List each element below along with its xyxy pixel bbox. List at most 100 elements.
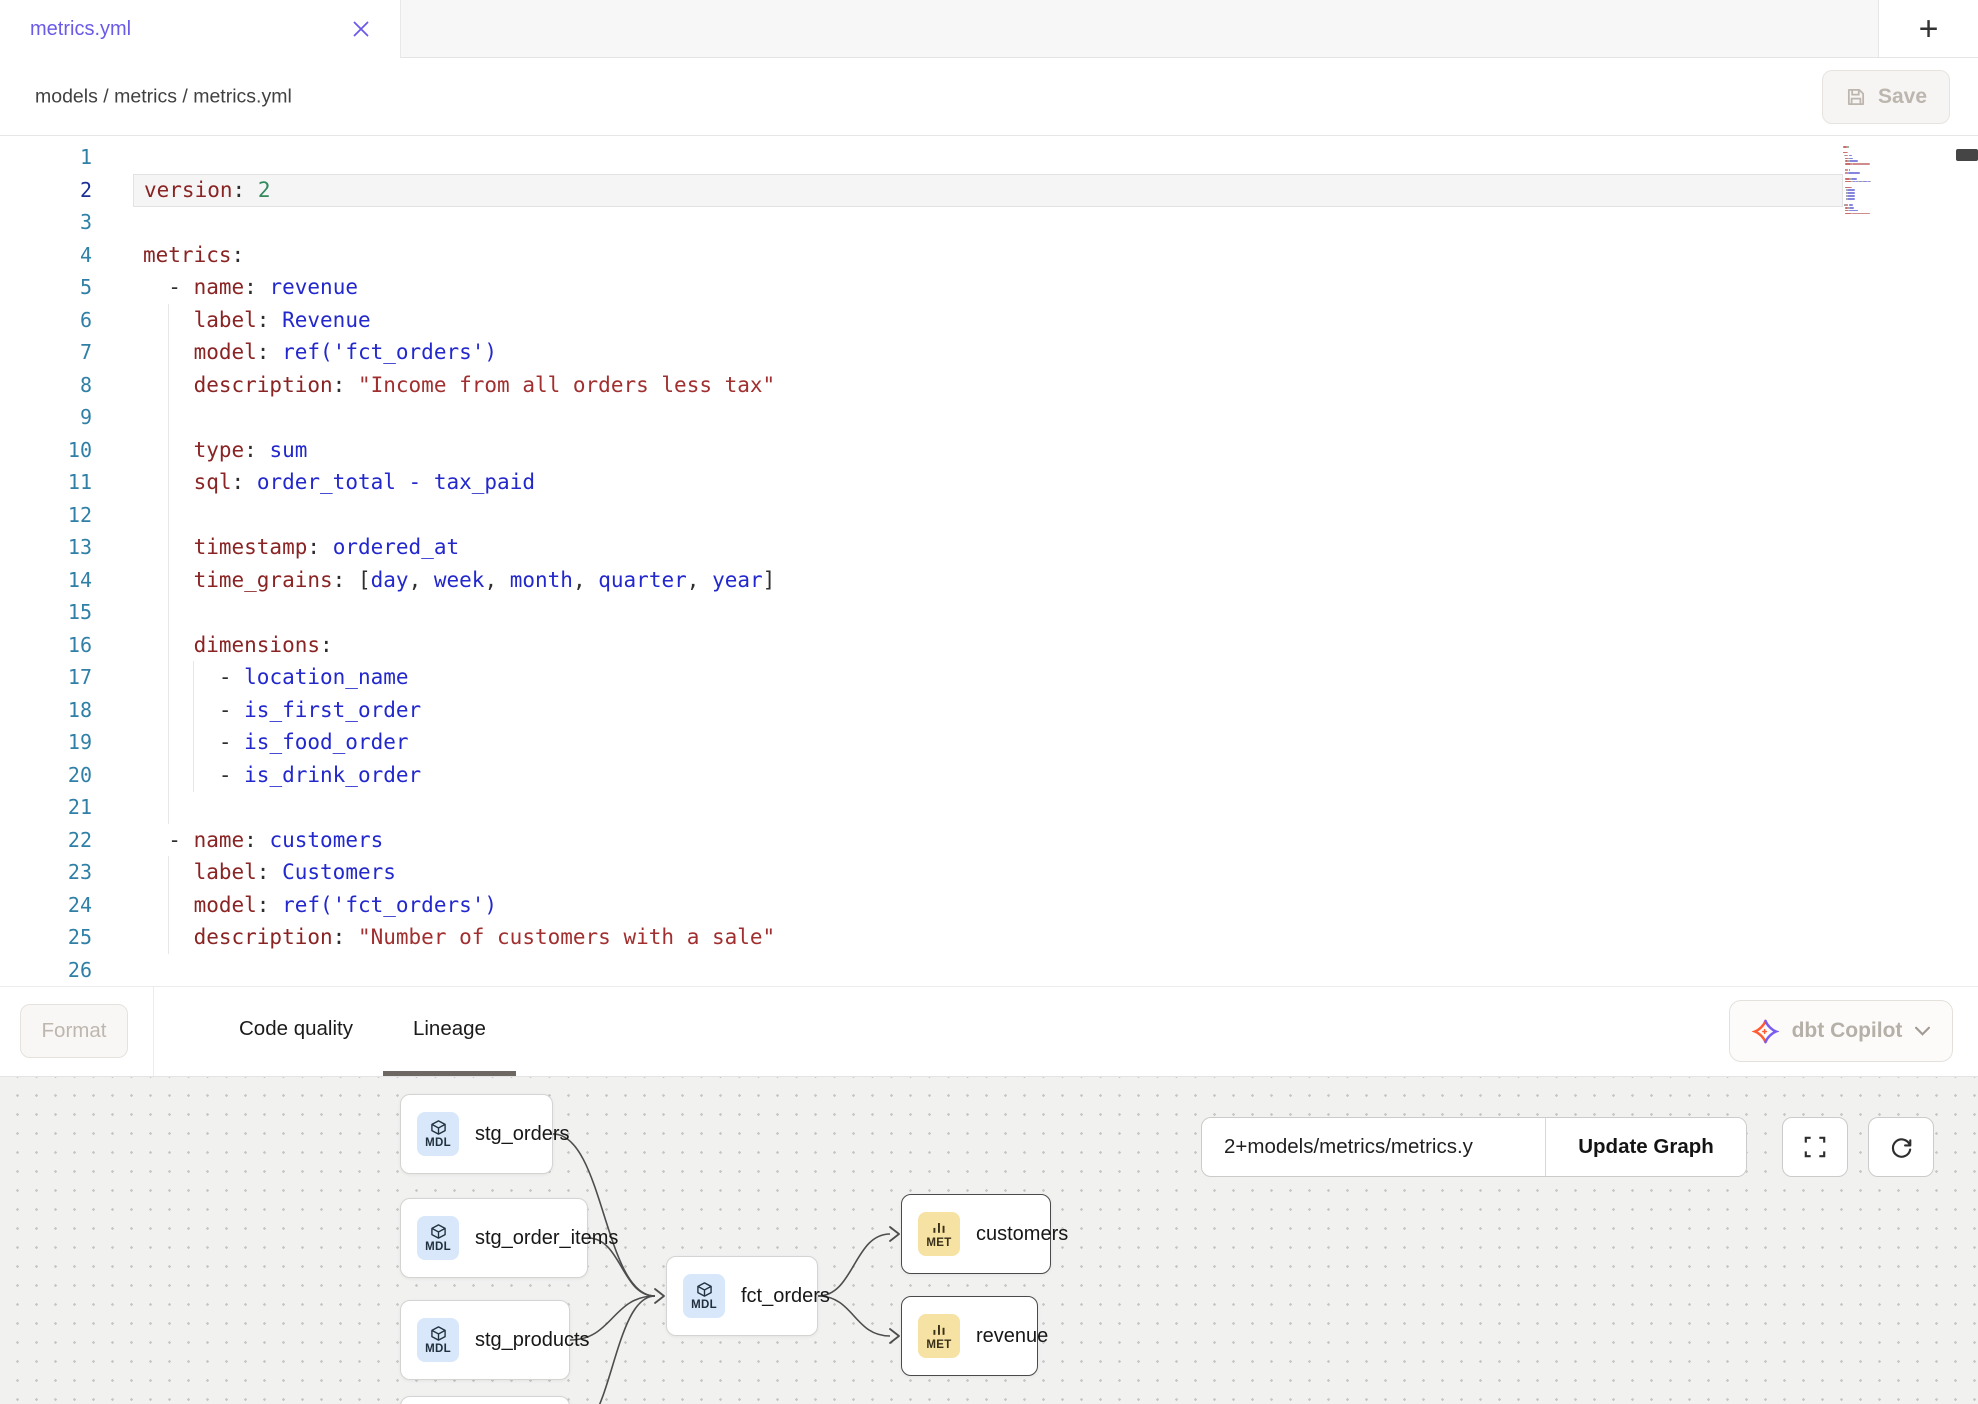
lineage-node-stg_order_items[interactable]: MDLstg_order_items xyxy=(400,1198,588,1278)
tab-strip: metrics.yml + xyxy=(0,0,1978,58)
bottom-toolbar: Format Code quality Lineage dbt Copilot xyxy=(0,986,1978,1077)
save-label: Save xyxy=(1878,85,1927,109)
line-number: 24 xyxy=(0,889,92,922)
line-number: 21 xyxy=(0,791,92,824)
node-label: revenue xyxy=(976,1325,1048,1348)
line-number: 9 xyxy=(0,401,92,434)
line-number: 23 xyxy=(0,856,92,889)
code-line[interactable] xyxy=(133,141,1843,174)
line-number: 2 xyxy=(0,174,92,207)
dbt-copilot-label: dbt Copilot xyxy=(1792,1019,1903,1043)
node-label: fct_orders xyxy=(741,1285,830,1308)
line-number: 11 xyxy=(0,466,92,499)
code-line[interactable]: - name: customers xyxy=(133,824,1843,857)
code-line[interactable]: - name: revenue xyxy=(133,271,1843,304)
chevron-down-icon xyxy=(1915,1026,1930,1036)
code-line[interactable]: - is_first_order xyxy=(133,694,1843,727)
overview-ruler-cursor-marker xyxy=(1956,149,1978,161)
node-label: customers xyxy=(976,1223,1068,1246)
update-graph-button[interactable]: Update Graph xyxy=(1546,1118,1746,1176)
refresh-icon xyxy=(1888,1134,1915,1161)
line-number: 4 xyxy=(0,239,92,272)
lineage-node-offscreen_model[interactable]: MDL xyxy=(400,1396,570,1404)
dbt-copilot-button[interactable]: dbt Copilot xyxy=(1729,1000,1953,1062)
breadcrumb: models / metrics / metrics.yml xyxy=(35,85,292,108)
tab-metrics-yml[interactable]: metrics.yml xyxy=(0,0,401,58)
code-line[interactable]: timestamp: ordered_at xyxy=(133,531,1843,564)
lineage-filter-input[interactable] xyxy=(1202,1118,1545,1176)
tab-label: metrics.yml xyxy=(30,18,131,41)
lineage-canvas[interactable]: MDLstg_ordersMDLstg_order_itemsMDLstg_pr… xyxy=(0,1077,1978,1404)
code-line[interactable]: description: "Number of customers with a… xyxy=(133,921,1843,954)
metric-icon: MET xyxy=(918,1212,960,1256)
code-line[interactable]: model: ref('fct_orders') xyxy=(133,336,1843,369)
code-line[interactable] xyxy=(133,401,1843,434)
model-icon: MDL xyxy=(683,1274,725,1318)
node-label: stg_order_items xyxy=(475,1227,618,1250)
line-number: 3 xyxy=(0,206,92,239)
refresh-button[interactable] xyxy=(1868,1117,1934,1177)
editor-lines: version: 2 metrics: - name: revenue label… xyxy=(0,136,1978,986)
code-line[interactable] xyxy=(133,596,1843,629)
line-number: 6 xyxy=(0,304,92,337)
dbt-ide-window: { "window": { "new_tab_label": "+" }, "t… xyxy=(0,0,1978,1404)
line-number: 8 xyxy=(0,369,92,402)
fullscreen-icon xyxy=(1802,1134,1828,1160)
code-line[interactable]: dimensions: xyxy=(133,629,1843,662)
code-line[interactable]: description: "Income from all orders les… xyxy=(133,369,1843,402)
tab-lineage[interactable]: Lineage xyxy=(383,987,516,1076)
line-number: 10 xyxy=(0,434,92,467)
code-editor[interactable]: version: 2 metrics: - name: revenue label… xyxy=(0,136,1978,986)
lineage-filter-group: Update Graph xyxy=(1201,1117,1747,1177)
new-tab-button[interactable]: + xyxy=(1919,12,1939,46)
line-number: 15 xyxy=(0,596,92,629)
line-number: 19 xyxy=(0,726,92,759)
tab-strip-empty-area xyxy=(401,0,1878,58)
code-line[interactable]: type: sum xyxy=(133,434,1843,467)
code-line[interactable]: time_grains: [day, week, month, quarter,… xyxy=(133,564,1843,597)
code-line[interactable]: - location_name xyxy=(133,661,1843,694)
line-number: 1 xyxy=(0,141,92,174)
tab-code-quality[interactable]: Code quality xyxy=(209,987,383,1076)
lineage-node-revenue[interactable]: METrevenue xyxy=(901,1296,1038,1376)
fullscreen-button[interactable] xyxy=(1782,1117,1848,1177)
line-number: 7 xyxy=(0,336,92,369)
lineage-node-fct_orders[interactable]: MDLfct_orders xyxy=(666,1256,818,1336)
breadcrumb-row: models / metrics / metrics.yml Save xyxy=(0,58,1978,136)
code-line[interactable] xyxy=(133,954,1843,987)
code-line[interactable] xyxy=(133,791,1843,824)
node-label: stg_products xyxy=(475,1329,590,1352)
code-line[interactable]: label: Revenue xyxy=(133,304,1843,337)
code-line[interactable]: label: Customers xyxy=(133,856,1843,889)
code-line[interactable]: version: 2 xyxy=(133,174,1843,207)
format-button[interactable]: Format xyxy=(20,1004,128,1058)
lineage-node-customers[interactable]: METcustomers xyxy=(901,1194,1051,1274)
editor-minimap[interactable] xyxy=(1843,143,1907,223)
lineage-node-stg_products[interactable]: MDLstg_products xyxy=(400,1300,570,1380)
model-icon: MDL xyxy=(417,1112,459,1156)
editor-gutter: 1234567891011121314151617181920212223242… xyxy=(0,136,92,986)
line-number: 26 xyxy=(0,954,92,987)
code-line[interactable]: metrics: xyxy=(133,239,1843,272)
save-button[interactable]: Save xyxy=(1822,70,1950,124)
close-tab-icon[interactable] xyxy=(352,20,370,38)
lineage-node-stg_orders[interactable]: MDLstg_orders xyxy=(400,1094,553,1174)
code-line[interactable]: sql: order_total - tax_paid xyxy=(133,466,1843,499)
code-line[interactable]: - is_food_order xyxy=(133,726,1843,759)
line-number: 22 xyxy=(0,824,92,857)
line-number: 12 xyxy=(0,499,92,532)
line-number: 14 xyxy=(0,564,92,597)
code-line[interactable] xyxy=(133,206,1843,239)
dbt-logo-icon xyxy=(1752,1018,1779,1045)
code-line[interactable] xyxy=(133,499,1843,532)
save-icon xyxy=(1845,86,1867,108)
code-line[interactable]: - is_drink_order xyxy=(133,759,1843,792)
node-label: stg_orders xyxy=(475,1123,570,1146)
line-number: 25 xyxy=(0,921,92,954)
new-tab-zone: + xyxy=(1878,0,1978,58)
line-number: 20 xyxy=(0,759,92,792)
code-line[interactable]: model: ref('fct_orders') xyxy=(133,889,1843,922)
toolbar-tabs: Code quality Lineage xyxy=(209,987,516,1076)
model-icon: MDL xyxy=(417,1216,459,1260)
toolbar-divider xyxy=(153,987,154,1076)
